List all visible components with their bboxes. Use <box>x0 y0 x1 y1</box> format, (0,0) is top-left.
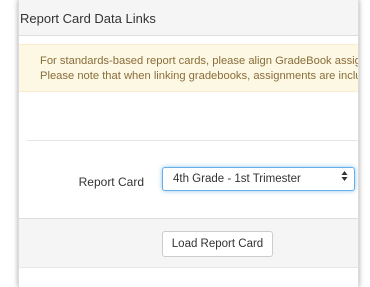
report-card-select[interactable]: 4th Grade - 1st Trimester <box>162 167 355 191</box>
load-report-card-button[interactable]: Load Report Card <box>162 231 273 257</box>
report-card-data-links-panel: Report Card Data Links For standards-bas… <box>18 0 359 287</box>
alert-line-2: Please note that when linking gradebooks… <box>40 70 358 82</box>
info-alert: For standards-based report cards, please… <box>19 44 358 92</box>
alert-line-1: For standards-based report cards, please… <box>40 55 358 67</box>
report-card-form-row: Report Card 4th Grade - 1st Trimester <box>19 167 358 207</box>
panel-title: Report Card Data Links <box>19 0 358 36</box>
report-card-label: Report Card <box>78 175 144 189</box>
divider <box>27 140 358 141</box>
report-card-select-value: 4th Grade - 1st Trimester <box>173 173 301 185</box>
updown-caret-icon <box>341 170 348 182</box>
form-footer: Load Report Card <box>19 218 358 268</box>
